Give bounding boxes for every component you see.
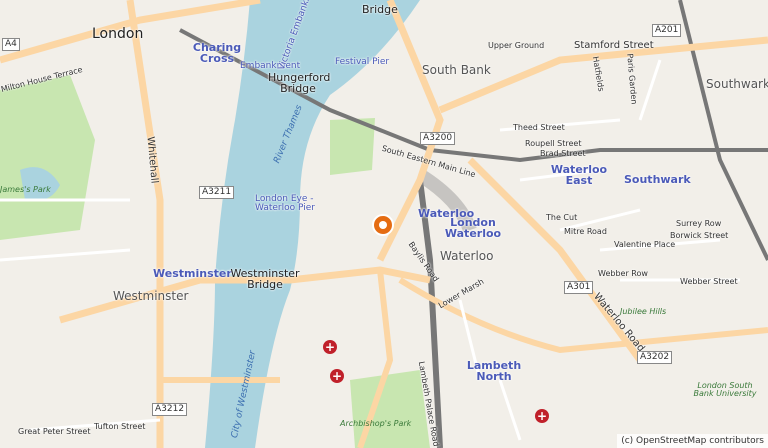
station-festival-pier[interactable]: Festival Pier [335, 58, 389, 67]
street-webber-street: Webber Street [680, 277, 738, 286]
bridge-hungerford: Hungerford Bridge [268, 71, 331, 95]
road-shield-a201: A201 [652, 24, 682, 37]
street-webber-row: Webber Row [598, 269, 648, 278]
place-label-waterloo: Waterloo [440, 249, 494, 263]
hospital-icon[interactable]: + [323, 340, 337, 354]
street-tufton-street: Tufton Street [94, 422, 146, 431]
location-pin-icon[interactable] [372, 214, 394, 236]
hospital-icon[interactable]: + [330, 369, 344, 383]
station-embankment[interactable]: Embankment [240, 62, 300, 71]
station-london-eye-pier[interactable]: London Eye - Waterloo Pier [255, 195, 325, 213]
place-label-southwark: Southwark [706, 77, 768, 91]
place-label-london: London [92, 26, 144, 42]
place-label-st-james-park: James's Park [0, 185, 51, 194]
hospital-icon[interactable]: + [535, 409, 549, 423]
bridge-partial: Bridge [362, 3, 398, 16]
station-london-waterloo[interactable]: London Waterloo [443, 217, 503, 239]
station-waterloo-east[interactable]: Waterloo East [549, 164, 609, 186]
place-label-south-bank: South Bank [422, 63, 491, 77]
road-whitehall [126, 0, 164, 448]
bridge-westminster: Westminster Bridge [230, 267, 300, 291]
station-southwark[interactable]: Southwark [624, 174, 691, 185]
street-stamford-street: Stamford Street [574, 40, 654, 51]
place-label-lsbu: London South Bank University [693, 381, 757, 398]
road-shield-a4: A4 [2, 38, 20, 51]
station-charing-cross[interactable]: Charing Cross [192, 42, 242, 64]
street-borwick-street: Borwick Street [670, 231, 729, 240]
map-view[interactable]: London South Bank Westminster Waterloo S… [0, 0, 768, 448]
street-upper-ground: Upper Ground [488, 41, 545, 50]
street-the-cut: The Cut [546, 213, 578, 222]
street-brad-street: Brad Street [540, 149, 586, 158]
road-shield-a3212: A3212 [152, 403, 188, 416]
green-park-area [0, 75, 95, 240]
road-shield-a3202: A3202 [637, 351, 673, 364]
map-attribution[interactable]: (c) OpenStreetMap contributors [617, 434, 768, 448]
station-westminster[interactable]: Westminster [153, 268, 232, 279]
street-roupell-street: Roupell Street [525, 139, 582, 148]
road-shield-a3211: A3211 [199, 186, 235, 199]
place-label-westminster: Westminster [113, 289, 189, 303]
street-surrey-row: Surrey Row [676, 219, 722, 228]
road-shield-a3200: A3200 [420, 132, 456, 145]
station-lambeth-north[interactable]: Lambeth North [464, 360, 524, 382]
street-valentine-place: Valentine Place [614, 240, 676, 249]
place-label-archbishops-park: Archbishop's Park [340, 419, 412, 428]
street-theed-street: Theed Street [513, 123, 565, 132]
place-label-jubilee-hills: Jubilee Hills [620, 307, 667, 316]
street-great-peter-street: Great Peter Street [18, 427, 91, 436]
street-mitre-road: Mitre Road [564, 227, 607, 236]
road-shield-a301: A301 [564, 281, 594, 294]
